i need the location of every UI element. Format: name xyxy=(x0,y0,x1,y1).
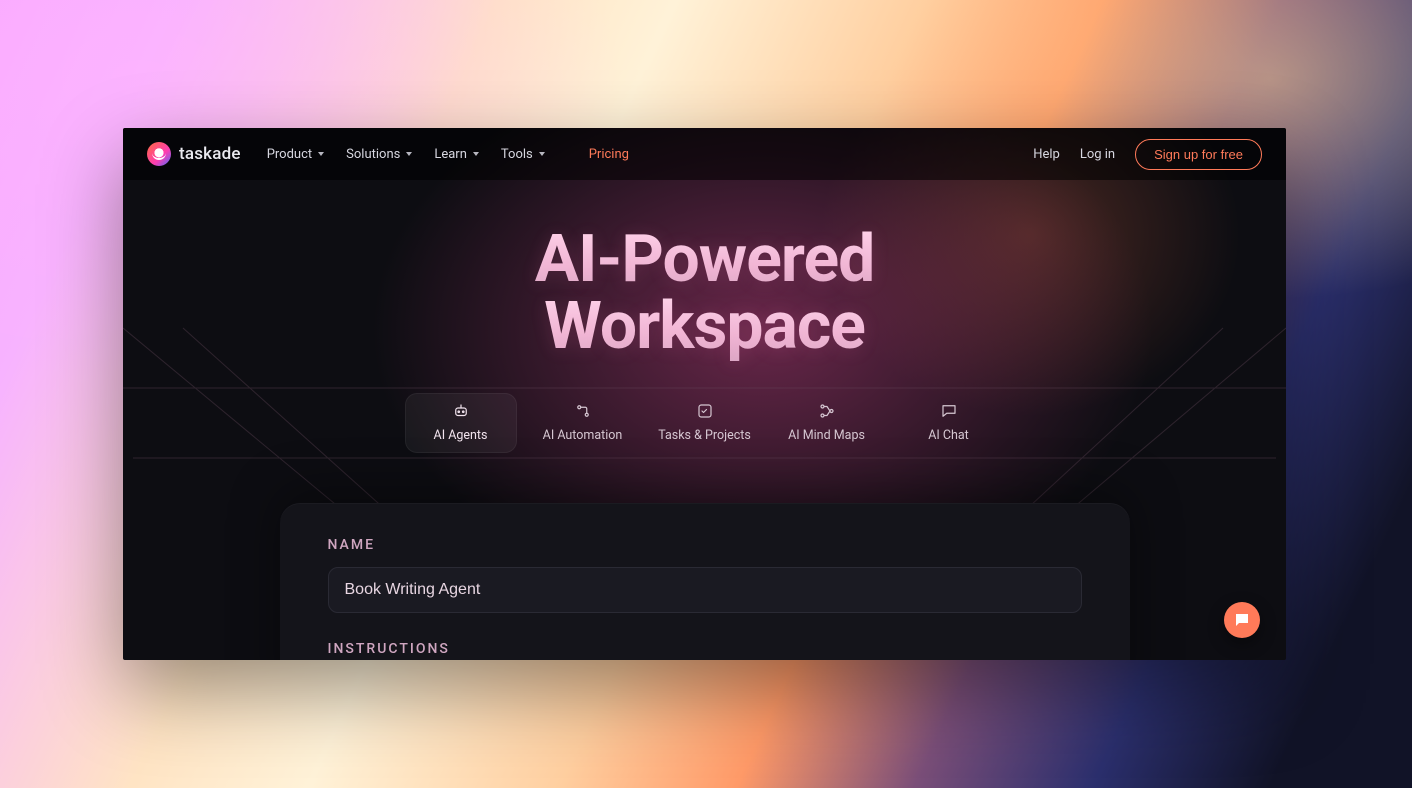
tab-label: AI Agents xyxy=(434,428,488,443)
primary-nav: Product Solutions Learn Tools Pricing xyxy=(267,147,629,162)
chat-icon xyxy=(940,402,958,420)
robot-icon xyxy=(452,402,470,420)
tab-label: Tasks & Projects xyxy=(658,428,751,443)
help-link[interactable]: Help xyxy=(1033,147,1060,162)
mindmap-icon xyxy=(818,402,836,420)
hero-title-line1: AI-Powered xyxy=(123,226,1286,293)
nav-solutions[interactable]: Solutions xyxy=(346,147,412,162)
nav-solutions-label: Solutions xyxy=(346,147,400,162)
name-field-label: NAME xyxy=(328,537,1082,553)
login-link[interactable]: Log in xyxy=(1080,147,1115,162)
nav-tools-label: Tools xyxy=(501,147,533,162)
support-chat-button[interactable] xyxy=(1224,602,1260,638)
chat-bubble-icon xyxy=(1233,611,1251,629)
nav-product-label: Product xyxy=(267,147,312,162)
tab-label: AI Automation xyxy=(543,428,623,443)
tasks-icon xyxy=(696,402,714,420)
hero: AI-Powered Workspace xyxy=(123,180,1286,361)
brand-name: taskade xyxy=(179,144,241,164)
brand-logo[interactable]: taskade xyxy=(147,142,241,166)
automation-icon xyxy=(574,402,592,420)
chevron-down-icon xyxy=(539,152,545,156)
tab-label: AI Chat xyxy=(928,428,969,443)
page-backdrop: taskade Product Solutions Learn Tools xyxy=(0,0,1412,788)
feature-tabs: AI Agents AI Automation Tasks & Projects… xyxy=(123,393,1286,453)
app-window: taskade Product Solutions Learn Tools xyxy=(123,128,1286,660)
tab-mind-maps[interactable]: AI Mind Maps xyxy=(771,393,883,453)
site-header: taskade Product Solutions Learn Tools xyxy=(123,128,1286,180)
tab-ai-chat[interactable]: AI Chat xyxy=(893,393,1005,453)
chevron-down-icon xyxy=(473,152,479,156)
brand-logo-icon xyxy=(147,142,171,166)
agent-form-card: NAME INSTRUCTIONS xyxy=(280,503,1130,660)
header-right: Help Log in Sign up for free xyxy=(1033,139,1262,170)
nav-learn-label: Learn xyxy=(434,147,467,162)
hero-title-line2: Workspace xyxy=(123,293,1286,360)
signup-button[interactable]: Sign up for free xyxy=(1135,139,1262,170)
tab-ai-agents[interactable]: AI Agents xyxy=(405,393,517,453)
nav-learn[interactable]: Learn xyxy=(434,147,479,162)
tab-label: AI Mind Maps xyxy=(788,428,865,443)
nav-product[interactable]: Product xyxy=(267,147,324,162)
chevron-down-icon xyxy=(318,152,324,156)
tab-ai-automation[interactable]: AI Automation xyxy=(527,393,639,453)
chevron-down-icon xyxy=(406,152,412,156)
agent-name-input[interactable] xyxy=(328,567,1082,613)
nav-pricing[interactable]: Pricing xyxy=(589,147,629,162)
instructions-field-label: INSTRUCTIONS xyxy=(328,641,1082,657)
nav-tools[interactable]: Tools xyxy=(501,147,545,162)
tab-tasks-projects[interactable]: Tasks & Projects xyxy=(649,393,761,453)
